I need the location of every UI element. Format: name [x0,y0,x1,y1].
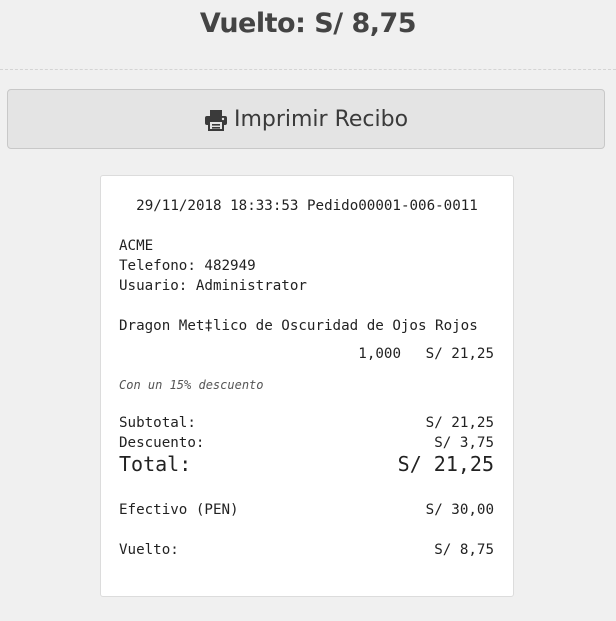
store-phone: Telefono: 482949 [119,258,256,274]
item-discount-note: Con un 15% descuento [119,378,264,392]
receipt: 29/11/2018 18:33:53 Pedido00001-006-0011… [100,175,514,597]
pos-change-screen: Vuelto: S/ 8,75 Imprimir Recibo 29/11/20… [0,0,616,621]
discount-label: Descuento: [119,435,205,451]
print-receipt-label: Imprimir Recibo [233,106,409,132]
receipt-header: 29/11/2018 18:33:53 Pedido00001-006-0011 [136,198,478,214]
total-value: S/ 21,25 [397,452,494,476]
print-receipt-button[interactable]: Imprimir Recibo [7,89,605,149]
item-name: Dragon Met‡lico de Oscuridad de Ojos Roj… [119,318,478,334]
section-divider [0,69,616,70]
item-price: S/ 21,25 [425,346,494,362]
store-name: ACME [119,238,154,254]
subtotal-value: S/ 21,25 [425,415,494,431]
discount-value: S/ 3,75 [434,435,494,451]
item-quantity: 1,000 [358,346,401,362]
cash-value: S/ 30,00 [425,502,494,518]
change-amount-title: Vuelto: S/ 8,75 [199,8,417,39]
total-label: Total: [119,452,192,476]
store-user: Usuario: Administrator [119,278,307,294]
subtotal-label: Subtotal: [119,415,196,431]
cash-label: Efectivo (PEN) [119,502,239,518]
printer-icon [204,109,228,131]
change-value: S/ 8,75 [434,542,494,558]
change-label: Vuelto: [119,542,179,558]
